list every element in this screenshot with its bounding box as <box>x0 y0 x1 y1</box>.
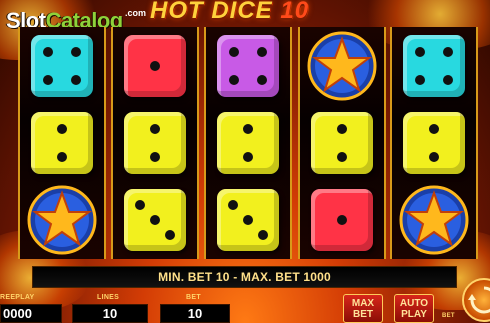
reel-cell <box>300 27 384 104</box>
dice-pip <box>228 199 238 210</box>
max-bet-label: MAX BET <box>351 297 375 320</box>
dice-pip <box>57 123 67 134</box>
reels-area <box>18 27 478 259</box>
reel-cell <box>20 27 104 104</box>
freeplay-label: REEPLAY <box>0 294 35 301</box>
dice-pip <box>150 123 160 134</box>
dice-pip <box>337 123 347 134</box>
bet-value[interactable]: 10 <box>160 304 230 323</box>
message-bar: MIN. BET 10 - MAX. BET 1000 <box>32 266 457 288</box>
dice-symbol-3 <box>124 188 186 251</box>
dice-pip <box>57 151 67 162</box>
dice-symbol-4 <box>31 34 93 97</box>
dice-pip <box>229 74 239 85</box>
game-title-number: 10 <box>280 0 310 24</box>
dice-pip <box>165 229 175 240</box>
reel-cell <box>113 27 197 104</box>
bet-label: BET <box>186 294 201 301</box>
dice-pip <box>443 74 453 85</box>
reel-cell <box>206 27 290 104</box>
dice-pip <box>415 74 425 85</box>
dice-pip <box>243 123 253 134</box>
dice-pip <box>150 214 160 225</box>
dice-pip <box>150 60 160 71</box>
dice-symbol-2 <box>311 111 373 174</box>
lines-label: LINES <box>97 294 120 301</box>
dice-pip <box>429 123 439 134</box>
dice-pip <box>258 229 268 240</box>
auto-play-button[interactable]: AUTO PLAY <box>394 294 434 323</box>
game-title: HOT DICE 10 <box>150 0 309 25</box>
reel-1 <box>18 27 106 259</box>
reel-cell <box>392 181 476 258</box>
star-scatter-icon <box>399 185 469 254</box>
reel-2 <box>111 27 199 259</box>
dice-symbol-2 <box>124 111 186 174</box>
spin-button[interactable] <box>462 278 490 322</box>
reel-cell <box>20 181 104 258</box>
dice-pip <box>71 46 81 57</box>
reel-5 <box>390 27 478 259</box>
lines-value[interactable]: 10 <box>72 304 148 323</box>
reel-4 <box>298 27 386 259</box>
bet-limits-text: MIN. BET 10 - MAX. BET 1000 <box>158 270 331 284</box>
dice-pip <box>150 151 160 162</box>
dice-pip <box>257 74 267 85</box>
star-scatter-icon <box>307 31 377 100</box>
reel-cell <box>300 104 384 181</box>
game-background: SlotCatalog .com HOT DICE 10 MIN. BET 10… <box>0 0 490 323</box>
freeplay-value: 0000 <box>0 304 62 323</box>
dice-pip <box>229 46 239 57</box>
dice-pip <box>337 214 347 225</box>
dice-symbol-1 <box>124 34 186 97</box>
star-scatter-icon <box>27 185 97 254</box>
dice-symbol-4 <box>403 34 465 97</box>
max-bet-button[interactable]: MAX BET <box>343 294 383 323</box>
dice-symbol-1 <box>311 188 373 251</box>
reel-cell <box>113 181 197 258</box>
bet-small-label: BET <box>442 313 455 319</box>
reel-cell <box>392 27 476 104</box>
game-title-text: HOT DICE <box>150 0 273 24</box>
spin-arrows-icon <box>468 286 490 314</box>
dice-pip <box>135 199 145 210</box>
dice-pip <box>429 151 439 162</box>
reel-cell <box>206 104 290 181</box>
dice-symbol-4 <box>217 34 279 97</box>
dice-pip <box>443 46 453 57</box>
reel-cell <box>206 181 290 258</box>
dice-pip <box>415 46 425 57</box>
dice-pip <box>257 46 267 57</box>
dice-pip <box>71 74 81 85</box>
dice-symbol-2 <box>403 111 465 174</box>
reel-cell <box>20 104 104 181</box>
dice-symbol-3 <box>217 188 279 251</box>
reel-3 <box>204 27 292 259</box>
header: SlotCatalog .com HOT DICE 10 <box>0 0 490 33</box>
dice-pip <box>337 151 347 162</box>
reel-cell <box>300 181 384 258</box>
dice-pip <box>243 151 253 162</box>
dice-pip <box>43 46 53 57</box>
dice-pip <box>43 74 53 85</box>
logo-com-text: .com <box>125 8 147 18</box>
auto-play-label: AUTO PLAY <box>399 297 429 320</box>
reel-cell <box>392 104 476 181</box>
dice-symbol-2 <box>31 111 93 174</box>
reel-cell <box>113 104 197 181</box>
dice-pip <box>243 214 253 225</box>
dice-symbol-2 <box>217 111 279 174</box>
